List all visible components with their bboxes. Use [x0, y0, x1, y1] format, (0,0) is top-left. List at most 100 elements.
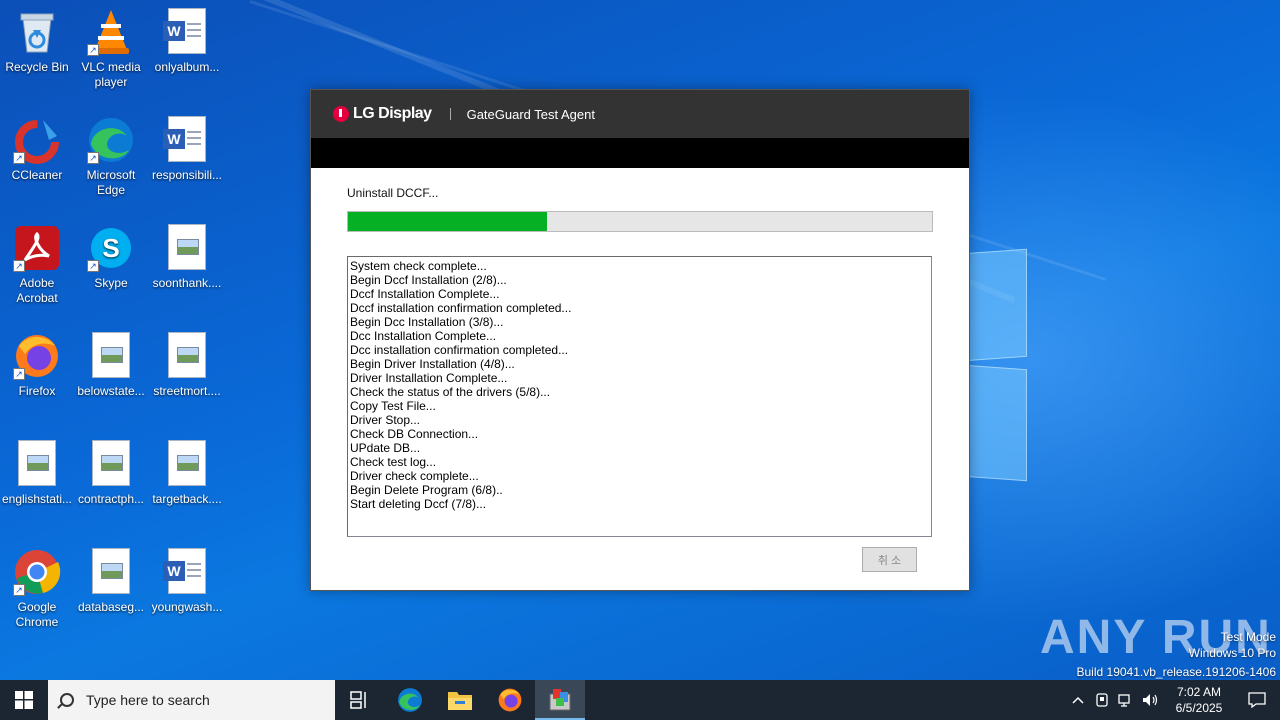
- desktop-icon-label: Google Chrome: [15, 600, 59, 629]
- desktop-icon-label: Microsoft Edge: [86, 168, 136, 197]
- search-placeholder: Type here to search: [86, 692, 210, 708]
- network-icon: [1118, 694, 1130, 707]
- desktop-icon-ccleaner[interactable]: ↗ CCleaner: [0, 116, 74, 183]
- cancel-button[interactable]: 취 소: [862, 547, 917, 572]
- desktop-icon-file[interactable]: databaseg...: [74, 548, 148, 615]
- desktop-icon-label: Skype: [94, 276, 128, 290]
- log-line: System check complete...: [350, 259, 487, 273]
- image-file-icon: [168, 224, 206, 270]
- taskbar-firefox[interactable]: [485, 680, 535, 720]
- desktop-icon-file[interactable]: targetback....: [150, 440, 224, 507]
- network-button[interactable]: [1114, 680, 1138, 720]
- image-file-icon: [92, 332, 130, 378]
- ccleaner-icon: ↗: [13, 116, 61, 164]
- word-doc-icon: W: [163, 8, 206, 54]
- desktop-icon-label: soonthank....: [152, 276, 222, 290]
- shortcut-arrow-icon: ↗: [13, 152, 25, 164]
- shortcut-arrow-icon: ↗: [13, 260, 25, 272]
- header-black-bar: [311, 138, 969, 168]
- desktop-icon-file[interactable]: englishstati...: [0, 440, 74, 507]
- log-line: Begin Delete Program (6/8)..: [350, 483, 503, 497]
- desktop-icon-label: onlyalbum...: [154, 60, 220, 74]
- desktop-icon-vlc[interactable]: ↗ VLC media player: [74, 8, 148, 90]
- log-line: Dcc Installation Complete...: [350, 329, 497, 343]
- install-log[interactable]: System check complete... Begin Dccf Insta…: [347, 256, 932, 537]
- desktop-icon-recycle-bin[interactable]: Recycle Bin: [0, 8, 74, 75]
- desktop-icon-skype[interactable]: S ↗ Skype: [74, 224, 148, 291]
- log-line: Driver Stop...: [350, 413, 421, 427]
- clock[interactable]: 7:02 AM 6/5/2025: [1164, 684, 1234, 716]
- lg-logo-icon: [333, 106, 349, 122]
- desktop-icon-label: VLC media player: [81, 60, 141, 89]
- taskbar-gateguard[interactable]: [535, 680, 585, 720]
- task-view-button[interactable]: [335, 680, 385, 720]
- log-line: Dccf Installation Complete...: [350, 287, 500, 301]
- desktop-icon-label: Recycle Bin: [5, 60, 69, 74]
- gateguard-window[interactable]: LG Display GateGuard Test Agent Uninstal…: [310, 89, 970, 591]
- desktop-icon-file[interactable]: belowstate...: [74, 332, 148, 399]
- shortcut-arrow-icon: ↗: [87, 44, 99, 56]
- desktop-icon-label: streetmort....: [153, 384, 221, 398]
- log-line: Begin Dccf Installation (2/8)...: [350, 273, 507, 287]
- edge-icon: [398, 688, 422, 712]
- window-header[interactable]: LG Display GateGuard Test Agent: [311, 90, 969, 138]
- tray-device-button[interactable]: [1090, 680, 1114, 720]
- desktop-icon-label: englishstati...: [1, 492, 73, 506]
- image-file-icon: [92, 440, 130, 486]
- desktop-icon-label: youngwash...: [151, 600, 223, 614]
- brand-name: LG Display: [353, 105, 432, 122]
- desktop-icon-label: Firefox: [18, 384, 56, 398]
- desktop-icon-label: databaseg...: [77, 600, 145, 614]
- taskbar-edge[interactable]: [385, 680, 435, 720]
- desktop-icon-file[interactable]: contractph...: [74, 440, 148, 507]
- firefox-icon: [498, 688, 522, 712]
- desktop-icon-acrobat[interactable]: ↗ Adobe Acrobat: [0, 224, 74, 306]
- log-line: Dcc installation confirmation completed.…: [350, 343, 569, 357]
- volume-button[interactable]: [1138, 680, 1164, 720]
- start-button[interactable]: [0, 680, 48, 720]
- taskbar-file-explorer[interactable]: [435, 680, 485, 720]
- chevron-up-icon: [1072, 696, 1084, 704]
- device-icon: [1096, 693, 1108, 707]
- desktop-icon-label: Adobe Acrobat: [16, 276, 58, 305]
- installer-app-icon: [549, 689, 571, 711]
- image-file-icon: [18, 440, 56, 486]
- system-tray: 7:02 AM 6/5/2025: [1066, 680, 1280, 720]
- notifications-button[interactable]: [1234, 680, 1280, 720]
- desktop-icon-label: belowstate...: [77, 384, 145, 398]
- desktop-icon-file[interactable]: W onlyalbum...: [150, 8, 224, 75]
- desktop-icon-label: contractph...: [77, 492, 145, 506]
- desktop-icon-file[interactable]: W responsibili...: [150, 116, 224, 183]
- log-line: Check DB Connection...: [350, 427, 479, 441]
- desktop-icon-label: targetback....: [152, 492, 222, 506]
- log-line: Begin Dcc Installation (3/8)...: [350, 315, 504, 329]
- log-line: Driver Installation Complete...: [350, 371, 508, 385]
- firefox-icon: ↗: [13, 332, 61, 380]
- desktop-icon-chrome[interactable]: ↗ Google Chrome: [0, 548, 74, 630]
- image-file-icon: [168, 440, 206, 486]
- desktop-icon-file[interactable]: streetmort....: [150, 332, 224, 399]
- desktop: Recycle Bin ↗ CCleaner ↗ Adobe Acrobat ↗…: [0, 0, 1280, 680]
- desktop-icon-firefox[interactable]: ↗ Firefox: [0, 332, 74, 399]
- chrome-icon: ↗: [13, 548, 61, 596]
- window-title: GateGuard Test Agent: [466, 106, 595, 122]
- shortcut-arrow-icon: ↗: [87, 260, 99, 272]
- os-edition-text: Windows 10 Pro: [1188, 646, 1276, 660]
- show-hidden-icons-button[interactable]: [1066, 680, 1090, 720]
- acrobat-icon: ↗: [13, 224, 61, 272]
- taskbar-search-box[interactable]: Type here to search: [48, 680, 335, 720]
- header-divider: [449, 108, 451, 120]
- vlc-icon: ↗: [87, 8, 135, 56]
- desktop-icon-edge[interactable]: ↗ Microsoft Edge: [74, 116, 148, 198]
- lg-display-logo: LG Display: [333, 105, 432, 123]
- image-file-icon: [168, 332, 206, 378]
- desktop-icon-file[interactable]: W youngwash...: [150, 548, 224, 615]
- desktop-icon-file[interactable]: soonthank....: [150, 224, 224, 291]
- clock-time: 7:02 AM: [1176, 685, 1222, 699]
- build-text: Build 19041.vb_release.191206-1406: [1076, 665, 1277, 679]
- folder-icon: [448, 692, 472, 710]
- progress-fill: [348, 212, 547, 231]
- log-line: Driver check complete...: [350, 469, 479, 483]
- search-icon: [60, 693, 74, 707]
- word-doc-icon: W: [163, 548, 206, 594]
